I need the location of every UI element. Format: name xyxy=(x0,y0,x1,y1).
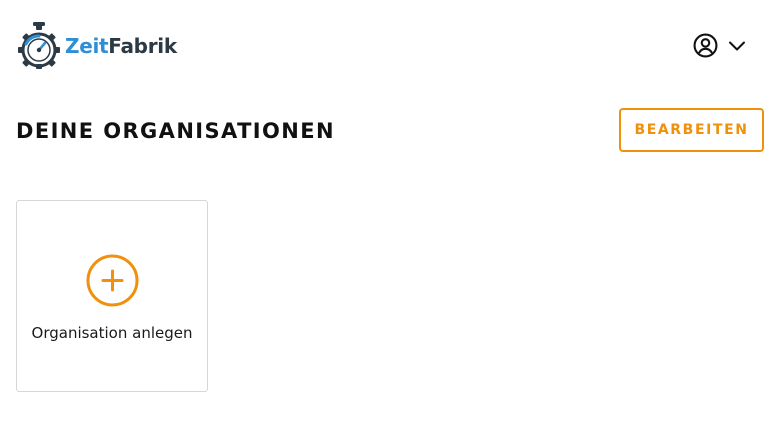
create-organization-card[interactable]: Organisation anlegen xyxy=(16,200,208,392)
edit-button[interactable]: BEARBEITEN xyxy=(619,108,764,152)
brand-name: ZeitFabrik xyxy=(65,36,177,56)
brand-name-part2: Fabrik xyxy=(108,34,177,58)
brand-name-part1: Zeit xyxy=(65,34,109,58)
create-organization-label: Organisation anlegen xyxy=(31,324,193,342)
chevron-down-icon[interactable] xyxy=(728,37,746,55)
plus-circle-icon xyxy=(86,254,139,307)
stopwatch-gear-icon xyxy=(18,22,60,69)
user-menu[interactable] xyxy=(693,33,746,58)
app-logo[interactable]: ZeitFabrik xyxy=(17,22,177,70)
user-circle-icon[interactable] xyxy=(693,33,718,58)
page-title: DEINE ORGANISATIONEN xyxy=(16,119,335,143)
